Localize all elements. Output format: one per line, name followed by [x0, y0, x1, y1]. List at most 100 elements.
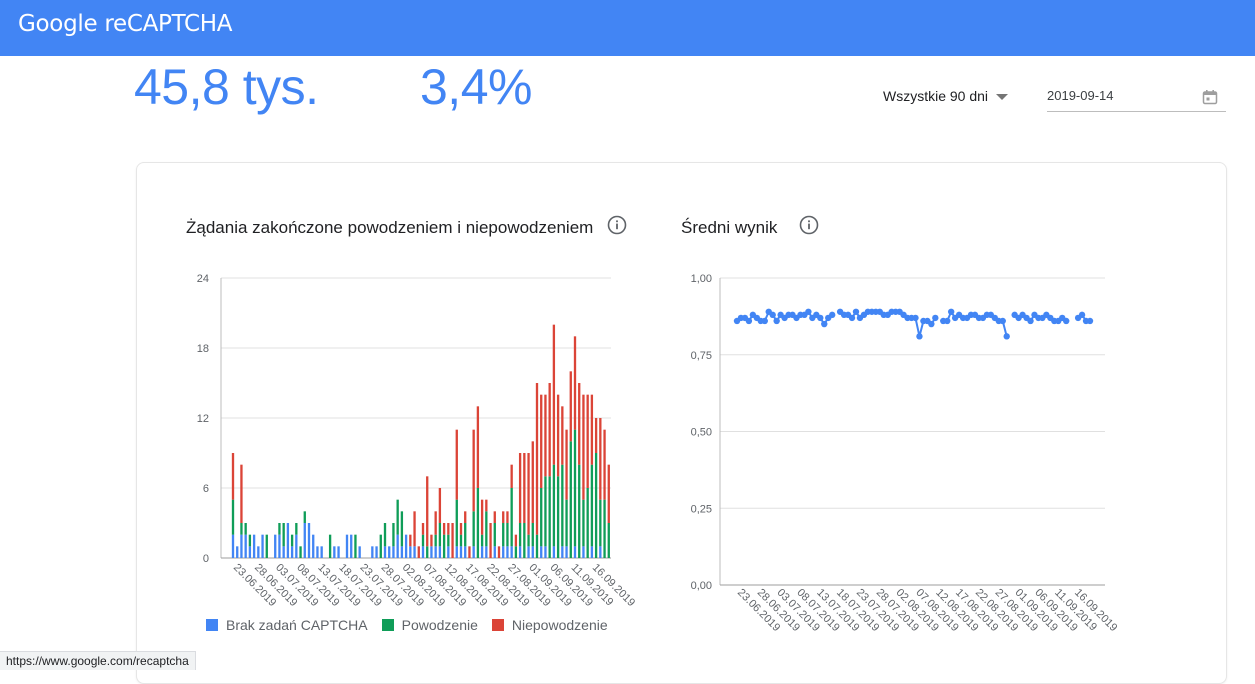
- bar-segment-no-challenge: [472, 546, 475, 558]
- bar-segment-passed: [590, 464, 594, 547]
- bar-segment-failed: [544, 394, 547, 477]
- score-point: [773, 317, 780, 325]
- y-tick-label: 0,50: [691, 427, 712, 439]
- score-point: [828, 311, 836, 319]
- bar-segment-passed: [400, 511, 404, 547]
- bar-segment-passed: [438, 523, 442, 547]
- score-point: [848, 314, 856, 322]
- y-tick-label: 6: [203, 483, 209, 495]
- bar-segment-failed: [607, 464, 610, 523]
- bar-segment-no-challenge: [383, 546, 387, 558]
- bar-segment-passed: [578, 464, 581, 558]
- bar-segment-failed: [510, 464, 513, 488]
- bar-segment-no-challenge: [506, 546, 509, 558]
- bar-segment-failed: [472, 429, 475, 512]
- score-point: [745, 317, 753, 325]
- bar-segment-passed: [573, 429, 577, 547]
- bar-segment-no-challenge: [282, 546, 285, 558]
- bar-segment-failed: [442, 523, 446, 535]
- bar-segment-no-challenge: [527, 546, 530, 558]
- bar-segment-failed: [447, 523, 450, 535]
- bar-segment-no-challenge: [518, 546, 522, 558]
- bar-segment-no-challenge: [388, 546, 391, 558]
- bar-segment-passed: [607, 523, 610, 558]
- y-tick-label: 1,00: [691, 273, 712, 285]
- score-point: [817, 314, 824, 322]
- bar-segment-passed: [442, 534, 446, 558]
- bar-segment-no-challenge: [485, 546, 488, 558]
- bar-segment-failed: [464, 511, 467, 523]
- bar-segment-passed: [480, 534, 484, 547]
- bar-segment-passed: [599, 499, 602, 547]
- bar-segment-passed: [476, 488, 480, 558]
- bar-segment-failed: [485, 499, 488, 512]
- bar-segment-failed: [578, 383, 581, 465]
- score-point: [944, 317, 951, 325]
- bar-segment-passed: [485, 511, 488, 547]
- bar-segment-failed: [531, 441, 534, 523]
- bar-segment-no-challenge: [561, 546, 564, 558]
- bar-segment-no-challenge: [257, 546, 260, 558]
- bar-segment-passed: [231, 499, 235, 535]
- bar-segment-failed: [240, 464, 243, 523]
- score-point: [932, 314, 939, 322]
- bar-segment-passed: [459, 534, 463, 547]
- bar-segment-no-challenge: [540, 546, 543, 558]
- bar-segment-no-challenge: [438, 546, 442, 558]
- legend-item-passed[interactable]: Powodzenie: [381, 617, 478, 633]
- legend-item-no-challenge[interactable]: Brak zadań CAPTCHA: [206, 617, 368, 633]
- bar-segment-passed: [493, 523, 496, 547]
- bar-segment-failed: [518, 453, 522, 523]
- bar-segment-passed: [586, 488, 589, 558]
- bar-segment-passed: [392, 523, 395, 547]
- bar-segment-failed: [599, 418, 602, 500]
- bar-segment-passed: [248, 534, 252, 547]
- legend-label-no-challenge: Brak zadań CAPTCHA: [226, 617, 368, 633]
- score-point: [947, 308, 955, 315]
- bar-segment-failed: [502, 511, 505, 523]
- y-tick-label: 0,00: [691, 580, 712, 592]
- bar-segment-passed: [603, 499, 606, 558]
- y-tick-label: 18: [197, 343, 209, 355]
- bar-segment-failed: [561, 406, 564, 465]
- bar-segment-no-challenge: [582, 546, 585, 558]
- bar-segment-passed: [434, 534, 437, 547]
- y-tick-label: 0,25: [691, 503, 712, 515]
- bar-segment-no-challenge: [430, 546, 433, 558]
- bar-segment-no-challenge: [316, 546, 319, 558]
- bar-segment-failed: [417, 546, 420, 558]
- bar-segment-no-challenge: [278, 534, 281, 558]
- bar-segment-no-challenge: [599, 546, 602, 558]
- bar-segment-no-challenge: [240, 534, 243, 558]
- bar-segment-passed: [290, 534, 294, 547]
- bar-segment-no-challenge: [244, 534, 247, 558]
- score-point: [928, 320, 935, 328]
- bar-segment-no-challenge: [493, 546, 496, 558]
- bar-segment-no-challenge: [295, 534, 298, 558]
- y-tick-label: 24: [197, 273, 209, 285]
- bar-segment-no-challenge: [590, 546, 594, 558]
- bar-segment-passed: [535, 534, 539, 558]
- bar-segment-failed: [506, 511, 509, 523]
- legend-item-failed[interactable]: Niepowodzenie: [491, 617, 608, 633]
- bar-segment-no-challenge: [413, 546, 416, 558]
- bar-segment-failed: [430, 534, 433, 547]
- bar-segment-no-challenge: [236, 546, 239, 558]
- bar-segment-failed: [231, 453, 235, 500]
- bar-segment-passed: [379, 534, 382, 558]
- bar-segment-no-challenge: [248, 546, 252, 558]
- bar-segment-passed: [303, 511, 306, 523]
- bar-segment-passed: [472, 511, 475, 547]
- bar-segment-no-challenge: [544, 546, 547, 558]
- bar-segment-failed: [586, 394, 589, 488]
- bar-segment-no-challenge: [531, 546, 534, 558]
- bar-segment-no-challenge: [392, 546, 395, 558]
- bar-segment-no-challenge: [502, 546, 505, 558]
- score-point: [821, 320, 828, 328]
- bar-segment-no-challenge: [290, 546, 294, 558]
- bar-segment-passed: [540, 488, 543, 547]
- bar-segment-passed: [548, 476, 551, 558]
- bar-segment-passed: [556, 476, 560, 558]
- score-point: [999, 317, 1006, 325]
- bar-segment-no-challenge: [274, 534, 277, 558]
